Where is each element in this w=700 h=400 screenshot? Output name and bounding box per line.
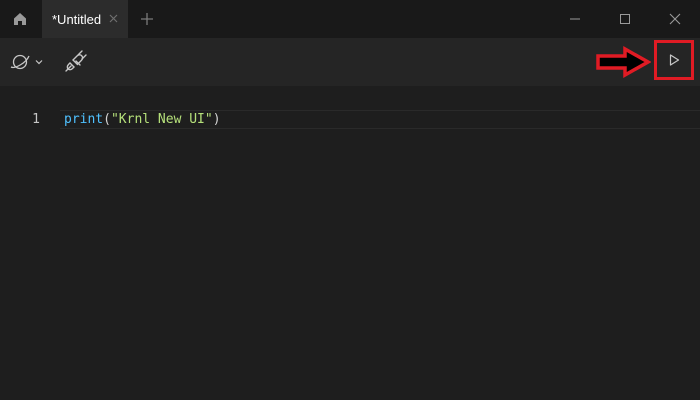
execute-button[interactable] (657, 43, 691, 77)
app-window: *Untitled 1 print("Krnl New UI") (0, 0, 700, 400)
minimize-icon (570, 18, 580, 20)
chevron-down-icon (35, 60, 43, 65)
home-icon (14, 13, 26, 25)
plug-icon (65, 50, 87, 72)
maximize-button[interactable] (601, 0, 649, 38)
code-line: 1 print("Krnl New UI") (0, 110, 700, 129)
arrow-annotation-icon (596, 46, 651, 78)
window-close-button[interactable] (651, 0, 699, 38)
token-close-paren: ) (212, 112, 221, 127)
planet-icon (10, 54, 30, 70)
plus-icon[interactable] (138, 10, 156, 28)
code-text[interactable]: print("Krnl New UI") (64, 112, 221, 127)
close-icon (669, 13, 681, 25)
attach-button[interactable] (60, 48, 90, 76)
title-bar: *Untitled (0, 0, 700, 38)
token-string: "Krnl New UI" (110, 112, 213, 127)
maximize-icon (620, 14, 630, 24)
code-editor[interactable]: 1 print("Krnl New UI") (0, 86, 700, 400)
home-button[interactable] (0, 0, 40, 38)
token-open-paren: ( (103, 112, 111, 127)
line-number: 1 (32, 112, 40, 127)
planet-menu-button[interactable] (6, 48, 46, 76)
close-icon[interactable] (108, 13, 119, 24)
tab-untitled[interactable]: *Untitled (42, 0, 128, 38)
minimize-button[interactable] (551, 0, 599, 38)
token-function: print (64, 112, 104, 127)
tab-label: *Untitled (52, 11, 102, 27)
play-icon (669, 54, 680, 66)
